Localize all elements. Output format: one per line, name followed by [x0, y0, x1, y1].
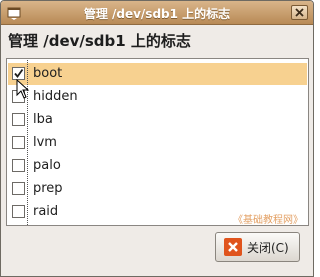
window-title: 管理 /dev/sdb1 上的标志 — [83, 7, 231, 21]
flag-label: raid — [33, 204, 59, 219]
checkbox-raid[interactable] — [12, 205, 25, 218]
flag-row-lba[interactable]: lba — [8, 109, 307, 131]
checkbox-lvm[interactable] — [12, 136, 25, 149]
title-bar[interactable]: 管理 /dev/sdb1 上的标志 — [1, 1, 313, 25]
flag-label: palo — [33, 158, 61, 173]
close-icon — [295, 8, 304, 17]
flag-label: lvm — [33, 135, 57, 150]
flag-row-palo[interactable]: palo — [8, 155, 307, 177]
flag-row-lvm[interactable]: lvm — [8, 132, 307, 154]
flag-row-hidden[interactable]: hidden — [8, 86, 307, 108]
checkbox-prep[interactable] — [12, 182, 25, 195]
mouse-cursor-icon — [16, 79, 30, 99]
flag-label: prep — [33, 181, 63, 196]
close-icon — [224, 238, 242, 256]
dialog-window: 管理 /dev/sdb1 上的标志 管理 /dev/sdb1 上的标志 boot… — [0, 0, 314, 277]
checkbox-palo[interactable] — [12, 159, 25, 172]
close-button-label: 关闭(C) — [247, 240, 289, 255]
flag-row-boot[interactable]: boot — [8, 63, 307, 85]
flags-list[interactable]: boot hidden lba lvm palo prep raid — [6, 58, 309, 226]
flag-label: boot — [33, 66, 63, 81]
flag-row-prep[interactable]: prep — [8, 178, 307, 200]
dialog-heading: 管理 /dev/sdb1 上的标志 — [8, 32, 191, 50]
window-menu-icon[interactable] — [4, 4, 24, 22]
watermark-text: 《基础教程网》 — [233, 215, 303, 226]
close-button[interactable]: 关闭(C) — [215, 232, 300, 262]
window-close-button[interactable] — [291, 5, 308, 20]
flag-label: lba — [33, 112, 53, 127]
checkmark-icon — [14, 68, 24, 78]
checkbox-lba[interactable] — [12, 113, 25, 126]
flag-label: hidden — [33, 89, 78, 104]
